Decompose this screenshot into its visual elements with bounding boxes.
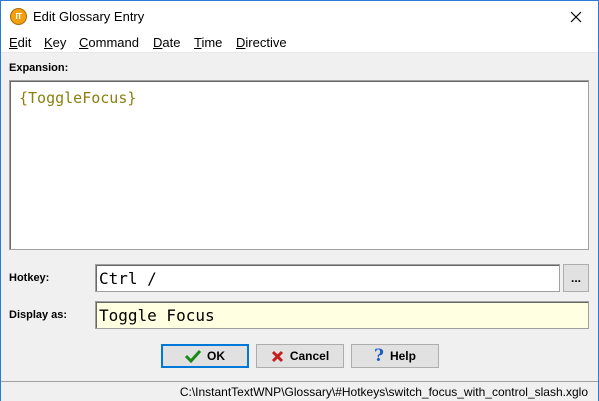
- help-label: Help: [389, 349, 416, 363]
- ok-button[interactable]: OK: [161, 344, 249, 368]
- menu-command[interactable]: Command: [79, 35, 139, 50]
- title-bar: IT Edit Glossary Entry: [1, 1, 598, 32]
- expansion-label: Expansion:: [9, 62, 69, 74]
- menu-time[interactable]: Time: [194, 35, 222, 50]
- window-title: Edit Glossary Entry: [33, 9, 145, 24]
- menu-bar: Edit Key Command Date Time Directive: [1, 32, 598, 53]
- expansion-textarea[interactable]: {ToggleFocus}: [9, 80, 589, 250]
- expansion-value: {ToggleFocus}: [19, 89, 137, 107]
- display-as-value: Toggle Focus: [99, 306, 215, 325]
- cross-icon: [271, 350, 284, 363]
- menu-key[interactable]: Key: [44, 35, 66, 50]
- app-icon: IT: [10, 8, 27, 25]
- question-mark-icon: ?: [374, 346, 384, 366]
- cancel-label: Cancel: [289, 349, 330, 363]
- ok-label: OK: [207, 349, 225, 363]
- hotkey-field[interactable]: Ctrl /: [95, 264, 560, 292]
- checkmark-icon: [185, 349, 201, 363]
- cancel-button[interactable]: Cancel: [256, 344, 344, 368]
- menu-date[interactable]: Date: [153, 35, 180, 50]
- hotkey-browse-button[interactable]: ...: [563, 264, 589, 292]
- edit-glossary-entry-window: IT Edit Glossary Entry Edit Key Command …: [0, 0, 599, 401]
- display-as-label: Display as:: [9, 309, 68, 321]
- close-button[interactable]: [553, 1, 598, 32]
- help-button[interactable]: ? Help: [351, 344, 439, 368]
- file-path: C:\InstantTextWNP\Glossary\#Hotkeys\swit…: [179, 385, 588, 399]
- menu-edit[interactable]: Edit: [9, 35, 31, 50]
- hotkey-label: Hotkey:: [9, 272, 50, 284]
- menu-directive[interactable]: Directive: [236, 35, 287, 50]
- close-icon: [570, 11, 581, 22]
- hotkey-value: Ctrl /: [99, 269, 157, 288]
- display-as-field[interactable]: Toggle Focus: [95, 301, 589, 329]
- status-bar: C:\InstantTextWNP\Glossary\#Hotkeys\swit…: [1, 381, 598, 401]
